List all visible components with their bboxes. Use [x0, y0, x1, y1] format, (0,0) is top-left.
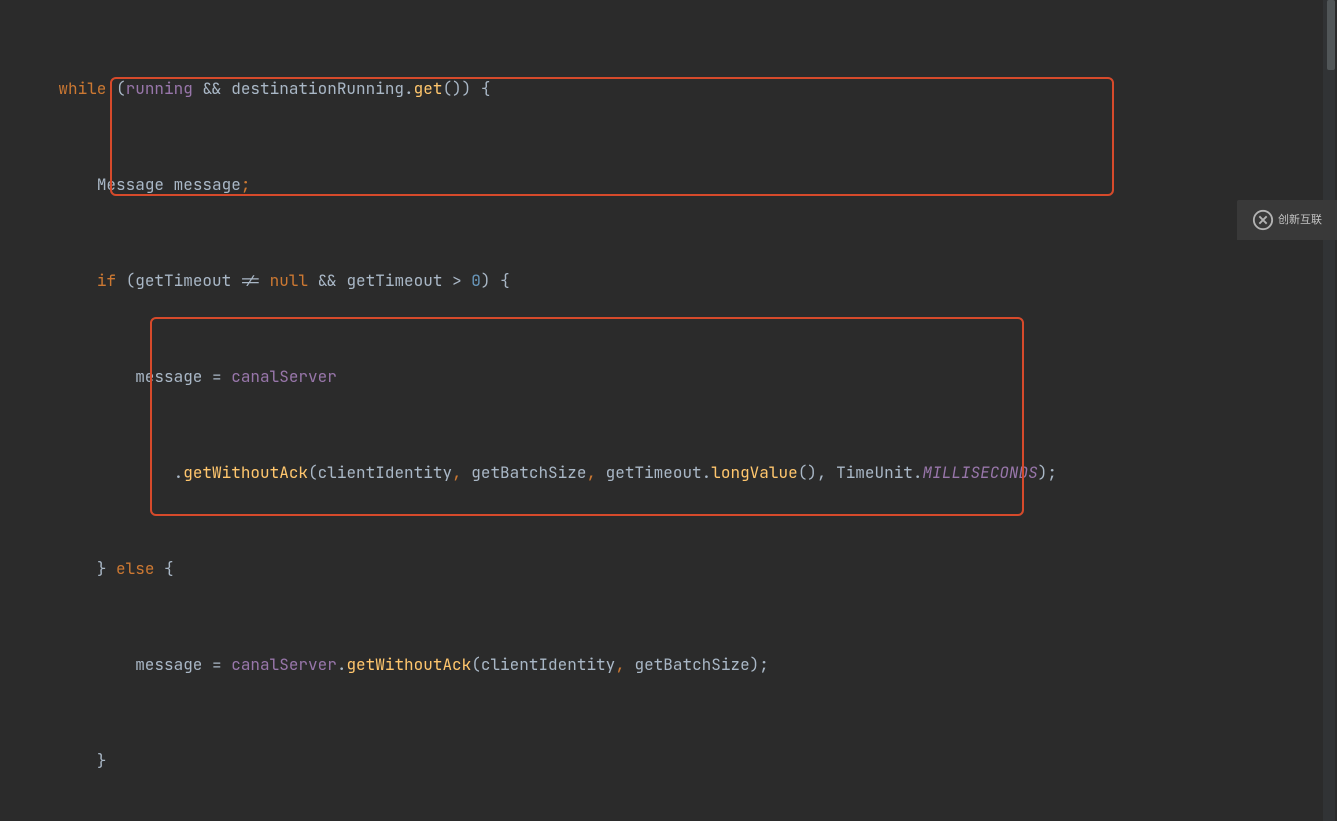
- code-line: } else {: [0, 557, 1337, 581]
- logo-icon: [1252, 209, 1274, 231]
- code-line: if (getTimeout != null && getTimeout > 0…: [0, 269, 1337, 293]
- code-editor[interactable]: while (running && destinationRunning.get…: [0, 0, 1337, 240]
- code-line: message = canalServer.getWithoutAck(clie…: [0, 653, 1337, 677]
- code-line: while (running && destinationRunning.get…: [0, 77, 1337, 101]
- code-line: Message message;: [0, 173, 1337, 197]
- code-line: }: [0, 749, 1337, 773]
- watermark-logo: 创新互联: [1237, 200, 1337, 240]
- scrollbar-vertical[interactable]: [1323, 0, 1335, 821]
- code-line-highlighted: .getWithoutAck(clientIdentity, getBatchS…: [0, 461, 1337, 485]
- code-line: message = canalServer: [0, 365, 1337, 389]
- watermark-text: 创新互联: [1278, 208, 1322, 232]
- code-area[interactable]: while (running && destinationRunning.get…: [0, 5, 1337, 821]
- scrollbar-thumb[interactable]: [1327, 0, 1335, 70]
